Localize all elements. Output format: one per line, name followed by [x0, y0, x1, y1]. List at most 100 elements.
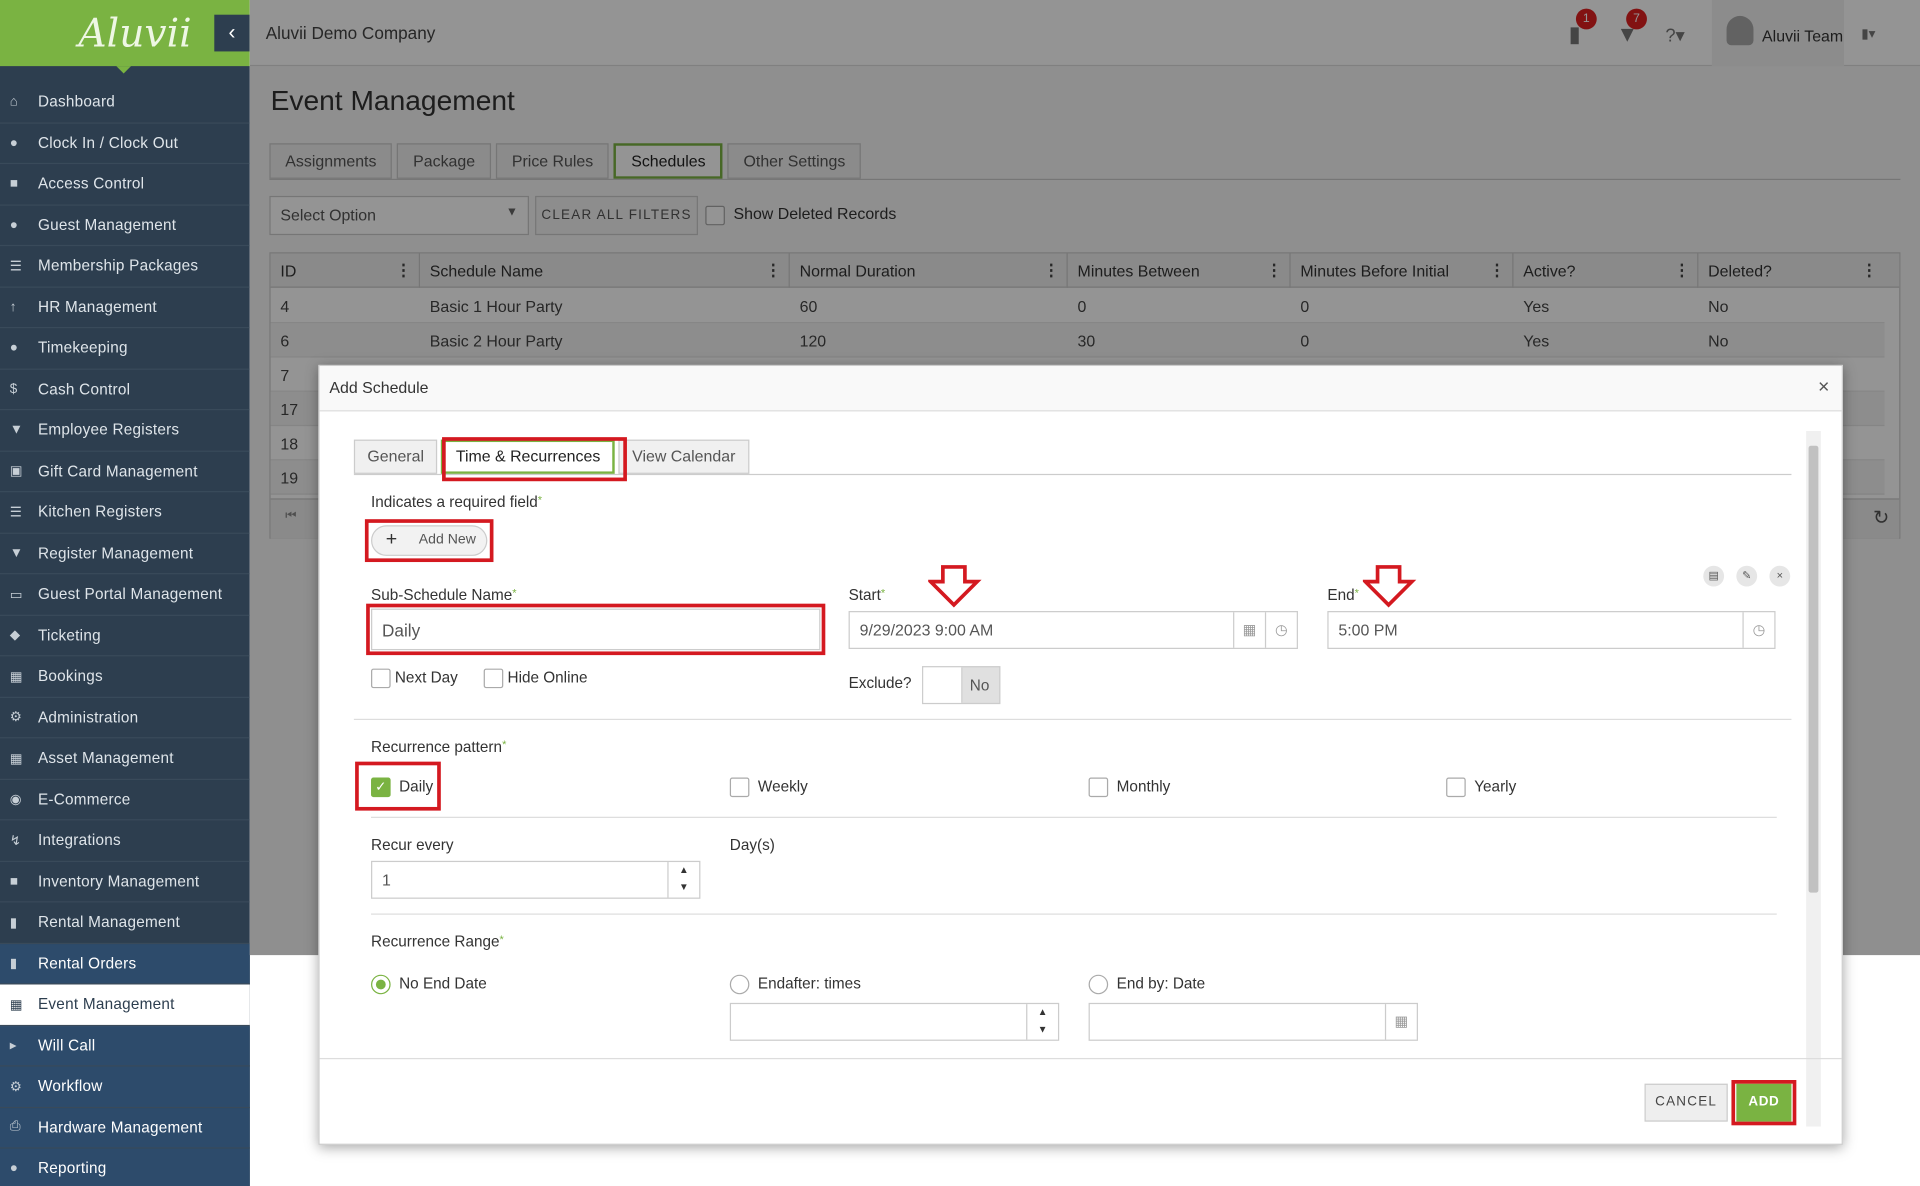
toggle-knob [923, 667, 963, 703]
sidebar-item-ticketing[interactable]: ◆ Ticketing [0, 615, 250, 657]
sidebar-item-access-control[interactable]: ■ Access Control [0, 164, 250, 206]
recur-every-input[interactable]: 1 ▲ ▼ [371, 860, 701, 899]
sidebar-item-inventory[interactable]: ■ Inventory Management [0, 861, 250, 903]
sidebar-item-administration[interactable]: ⚙ Administration [0, 697, 250, 739]
start-arrow-icon [928, 565, 982, 608]
calendar-icon: ▦ [9, 669, 23, 685]
section-divider [353, 718, 1792, 721]
end-after-radio[interactable] [729, 974, 750, 995]
sidebar-item-guest-portal[interactable]: ▭ Guest Portal Management [0, 574, 250, 616]
end-label: End* [1327, 586, 1359, 604]
sidebar-collapse-icon[interactable]: ‹ [214, 14, 250, 52]
sidebar-item-hardware[interactable]: ⎙ Hardware Management [0, 1107, 250, 1149]
monthly-checkbox[interactable] [1088, 777, 1109, 798]
sidebar-item-label: Timekeeping [37, 339, 128, 357]
sidebar-item-label: Gift Card Management [37, 462, 198, 480]
cart-icon: ▼ [9, 545, 24, 561]
sidebar-item-bookings[interactable]: ▦ Bookings [0, 656, 250, 698]
cubes-icon: ▦ [9, 751, 23, 767]
calendar-icon[interactable]: ▦ [1233, 612, 1265, 648]
sidebar-item-integrations[interactable]: ↯ Integrations [0, 820, 250, 862]
delete-icon[interactable]: × [1769, 565, 1791, 587]
logo[interactable]: Aluvii [0, 0, 250, 74]
sidebar-item-workflow[interactable]: ⚙ Workflow [0, 1066, 250, 1108]
required-note: Indicates a required field* [371, 493, 543, 511]
end-input[interactable]: 5:00 PM ◷ [1327, 611, 1776, 649]
close-icon[interactable]: × [1818, 377, 1829, 399]
hide-online-option[interactable]: Hide Online [483, 668, 588, 689]
copy-icon[interactable]: ▤ [1703, 565, 1725, 587]
sidebar-item-ecommerce[interactable]: ◉ E-Commerce [0, 779, 250, 821]
sidebar-item-label: Reporting [37, 1159, 107, 1178]
no-end-radio[interactable] [371, 974, 391, 995]
sidebar-item-asset[interactable]: ▦ Asset Management [0, 738, 250, 780]
sidebar-item-timekeeping[interactable]: ● Timekeeping [0, 328, 250, 370]
gift-icon: ▣ [9, 464, 23, 480]
yearly-checkbox[interactable] [1446, 777, 1466, 798]
end-by-radio[interactable] [1088, 974, 1109, 995]
pattern-weekly[interactable]: Weekly [729, 777, 808, 798]
section-divider [371, 816, 1777, 818]
sidebar-item-event-management[interactable]: ▦ Event Management [0, 984, 250, 1026]
recurrence-label: Recurrence pattern* [371, 738, 507, 756]
clock-icon: ● [9, 135, 19, 151]
recur-unit: Day(s) [729, 836, 775, 854]
home-icon: ⌂ [9, 94, 19, 110]
sidebar-item-cash-control[interactable]: $ Cash Control [0, 369, 250, 411]
sidebar-item-employee-registers[interactable]: ▼ Employee Registers [0, 410, 250, 452]
weekly-checkbox[interactable] [729, 777, 750, 798]
sidebar-item-guest-management[interactable]: ● Guest Management [0, 205, 250, 247]
calendar-icon[interactable]: ▦ [1384, 1004, 1417, 1040]
pin-icon: ● [9, 1161, 19, 1176]
next-day-option[interactable]: Next Day [371, 668, 458, 689]
stepper-icon[interactable]: ▲ ▼ [667, 862, 699, 898]
sub-schedule-label: Sub-Schedule Name* [371, 586, 517, 604]
sidebar-item-reporting[interactable]: ● Reporting [0, 1148, 250, 1186]
clock-icon[interactable]: ◷ [1264, 612, 1297, 648]
highlight-box [355, 761, 441, 811]
tab-general[interactable]: General [353, 439, 438, 474]
sidebar-item-label: Will Call [37, 1036, 96, 1054]
range-end-by[interactable]: End by: Date [1088, 974, 1205, 995]
clock-icon: ● [9, 340, 19, 356]
sidebar-item-label: Access Control [37, 175, 145, 193]
next-day-checkbox[interactable] [371, 668, 391, 689]
hide-online-checkbox[interactable] [483, 668, 504, 689]
sidebar-item-will-call[interactable]: ▸ Will Call [0, 1025, 250, 1067]
sidebar-item-label: Administration [37, 708, 139, 726]
sidebar-item-label: Event Management [37, 995, 175, 1013]
sidebar-item-membership[interactable]: ☰ Membership Packages [0, 246, 250, 288]
pattern-monthly[interactable]: Monthly [1088, 777, 1170, 798]
start-input[interactable]: 9/29/2023 9:00 AM ▦ ◷ [848, 611, 1298, 649]
sidebar-item-rental-management[interactable]: ▮ Rental Management [0, 902, 250, 944]
footer-divider [319, 1057, 1842, 1060]
pattern-yearly[interactable]: Yearly [1446, 777, 1516, 798]
edit-icon[interactable]: ✎ [1736, 565, 1758, 587]
sidebar-item-label: Asset Management [37, 749, 174, 767]
sidebar-item-label: Hardware Management [37, 1118, 203, 1137]
sidebar-item-label: Rental Orders [37, 954, 137, 972]
sidebar-item-label: Workflow [37, 1077, 103, 1096]
range-end-after[interactable]: Endafter: times [729, 974, 861, 995]
cancel-button[interactable]: CANCEL [1644, 1083, 1728, 1122]
end-after-input[interactable]: ▲ ▼ [729, 1002, 1060, 1041]
stepper-icon[interactable]: ▲ ▼ [1026, 1004, 1058, 1040]
end-arrow-icon [1362, 565, 1417, 608]
sidebar-item-register-management[interactable]: ▼ Register Management [0, 533, 250, 575]
sidebar-item-dashboard[interactable]: ⌂ Dashboard [0, 82, 250, 124]
end-by-date-input[interactable]: ▦ [1088, 1002, 1418, 1041]
sidebar-item-label: Cash Control [37, 380, 131, 398]
tab-view-calendar[interactable]: View Calendar [618, 439, 749, 474]
bolt-icon: ↯ [9, 833, 22, 849]
range-no-end[interactable]: No End Date [371, 974, 487, 995]
sidebar-item-kitchen[interactable]: ☰ Kitchen Registers [0, 492, 250, 534]
exclude-toggle[interactable]: No [922, 666, 1001, 705]
range-label: Recurrence Range* [371, 933, 504, 951]
box-icon: ■ [9, 873, 19, 889]
sidebar-item-gift-card[interactable]: ▣ Gift Card Management [0, 451, 250, 493]
sidebar-item-clock[interactable]: ● Clock In / Clock Out [0, 123, 250, 165]
clock-icon[interactable]: ◷ [1742, 612, 1774, 648]
modal-scroll-thumb[interactable] [1808, 445, 1819, 893]
sidebar-item-hr[interactable]: ↑ HR Management [0, 287, 250, 329]
sidebar-item-rental-orders[interactable]: ▮ Rental Orders [0, 943, 250, 985]
